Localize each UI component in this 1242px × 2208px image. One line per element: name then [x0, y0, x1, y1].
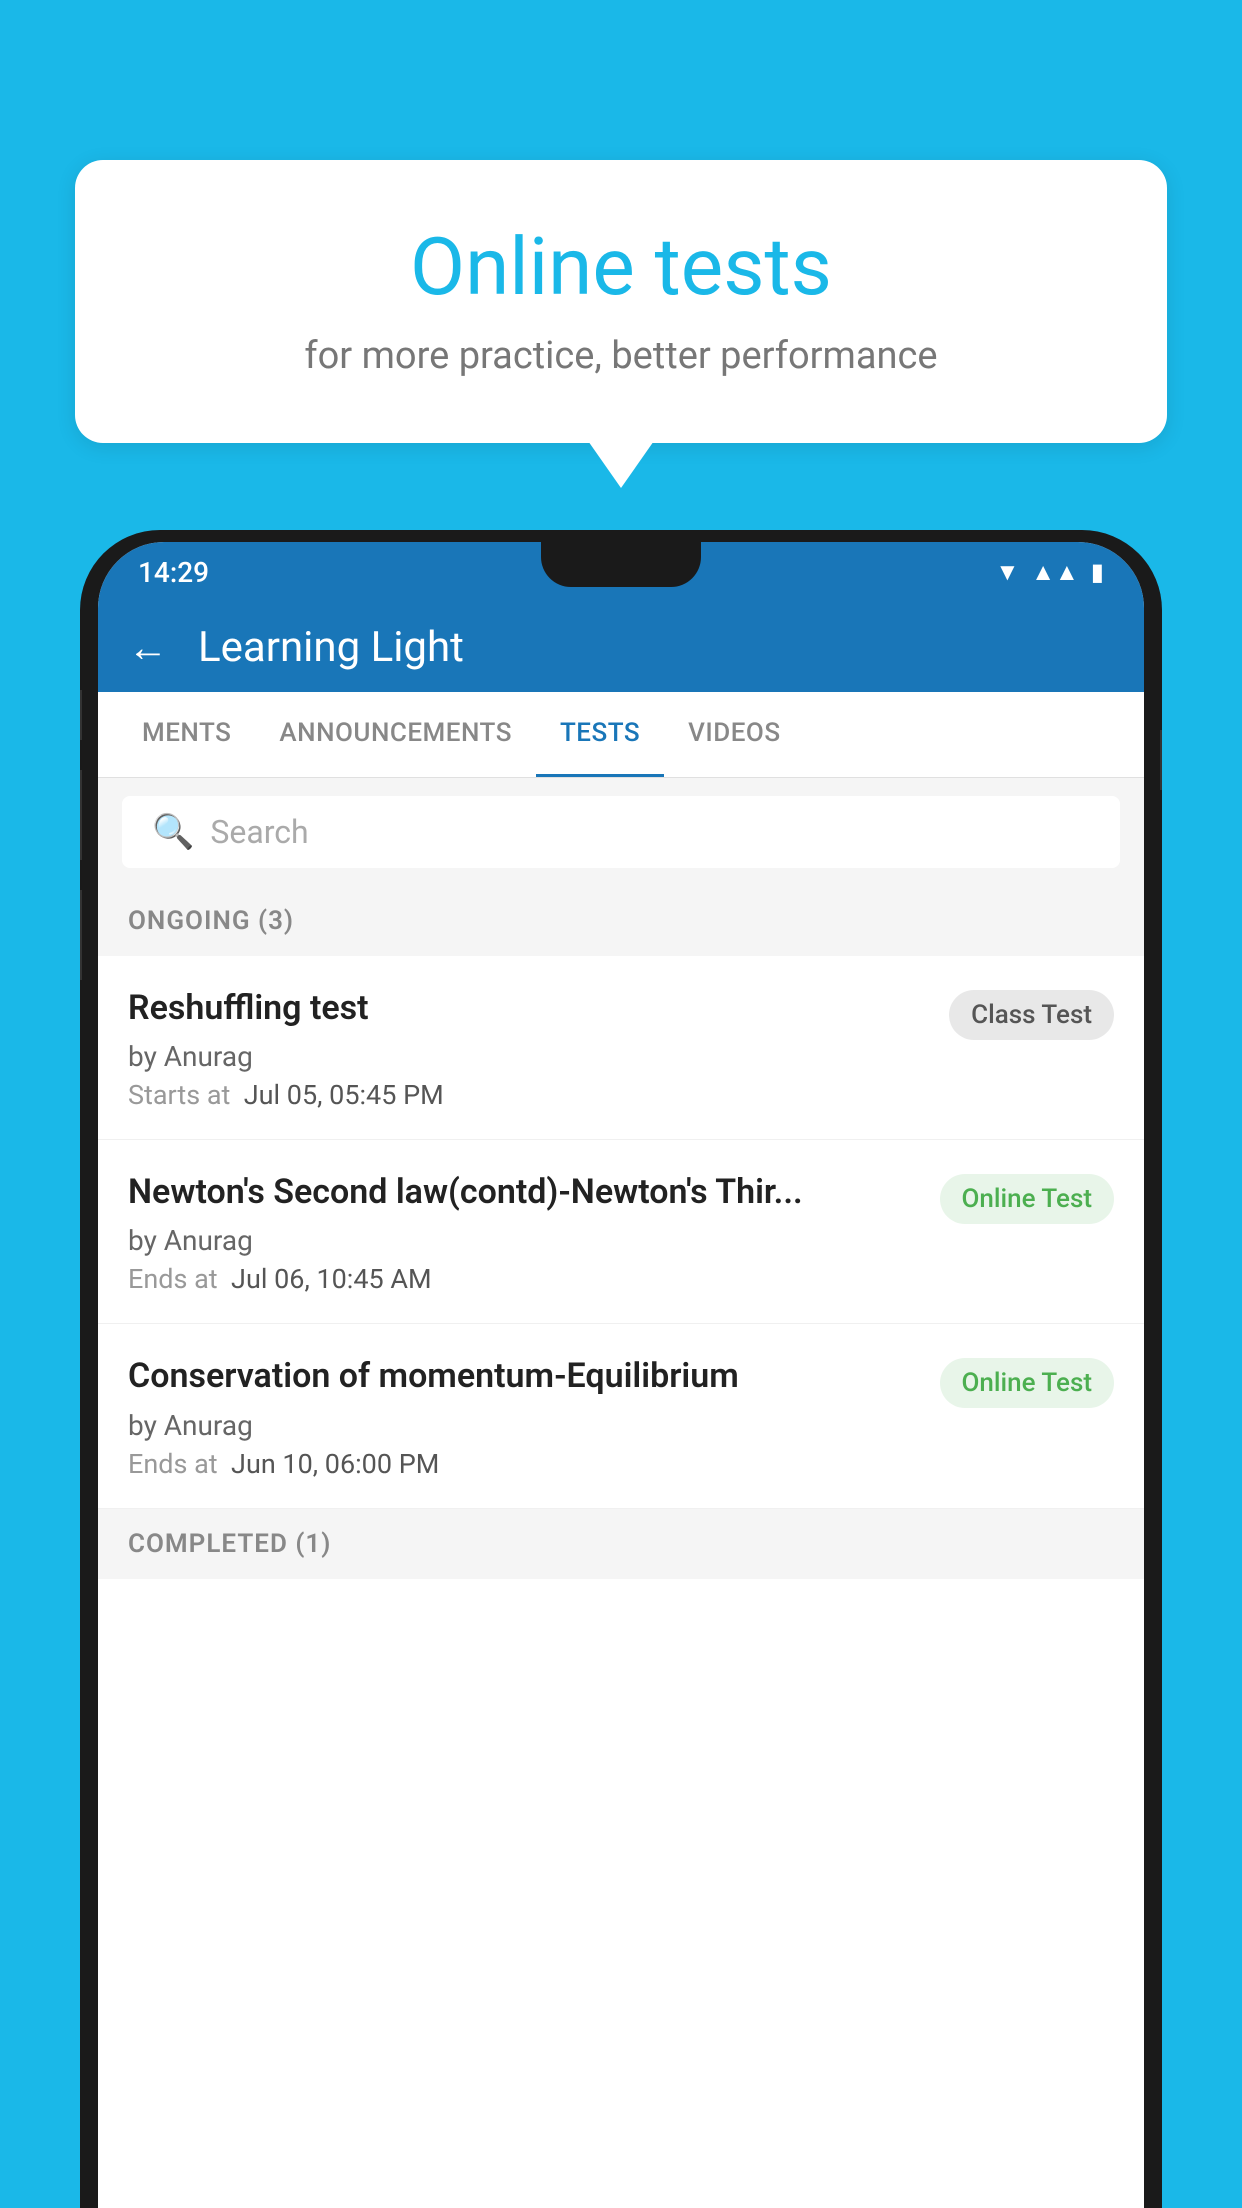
test-name: Reshuffling test: [128, 986, 929, 1030]
volume-up-button: [80, 770, 82, 860]
test-time: Starts at Jul 05, 05:45 PM: [128, 1079, 929, 1111]
tabs-container: MENTS ANNOUNCEMENTS TESTS VIDEOS: [98, 692, 1144, 778]
battery-icon: ▮: [1091, 558, 1104, 586]
search-container: 🔍 Search: [98, 778, 1144, 886]
test-time-label: Ends at: [128, 1263, 218, 1295]
app-bar-title: Learning Light: [198, 623, 464, 672]
notch: [541, 542, 701, 587]
signal-icon: ▲▲: [1031, 558, 1079, 587]
phone-container: 14:29 ▼ ▲▲ ▮ ← Learning Light MENTS ANNO…: [80, 530, 1162, 2208]
speech-bubble: Online tests for more practice, better p…: [75, 160, 1167, 443]
bubble-title: Online tests: [155, 220, 1087, 314]
test-badge: Online Test: [940, 1174, 1115, 1224]
test-by: by Anurag: [128, 1409, 920, 1442]
speech-bubble-section: Online tests for more practice, better p…: [75, 160, 1167, 443]
completed-section-header: COMPLETED (1): [98, 1509, 1144, 1579]
tab-ments[interactable]: MENTS: [118, 692, 255, 777]
test-time-label: Starts at: [128, 1079, 230, 1111]
test-info: Reshuffling test by Anurag Starts at Jul…: [128, 986, 949, 1111]
test-time-label: Ends at: [128, 1448, 218, 1480]
test-by: by Anurag: [128, 1224, 920, 1257]
status-time: 14:29: [138, 556, 209, 589]
test-name: Conservation of momentum-Equilibrium: [128, 1354, 920, 1398]
test-badge: Class Test: [949, 990, 1114, 1040]
tab-videos[interactable]: VIDEOS: [664, 692, 804, 777]
test-time: Ends at Jun 10, 06:00 PM: [128, 1448, 920, 1480]
search-placeholder: Search: [210, 813, 308, 851]
status-bar: 14:29 ▼ ▲▲ ▮: [98, 542, 1144, 602]
test-badge: Online Test: [940, 1358, 1115, 1408]
phone-frame: 14:29 ▼ ▲▲ ▮ ← Learning Light MENTS ANNO…: [80, 530, 1162, 2208]
test-info: Newton's Second law(contd)-Newton's Thir…: [128, 1170, 940, 1295]
tab-announcements[interactable]: ANNOUNCEMENTS: [255, 692, 536, 777]
test-name: Newton's Second law(contd)-Newton's Thir…: [128, 1170, 920, 1214]
test-time-value: Jul 06, 10:45 AM: [231, 1263, 432, 1295]
test-time-value: Jul 05, 05:45 PM: [244, 1079, 444, 1111]
volume-down-button: [80, 890, 82, 980]
status-icons: ▼ ▲▲ ▮: [996, 558, 1105, 587]
power-button: [1160, 730, 1162, 790]
test-item[interactable]: Reshuffling test by Anurag Starts at Jul…: [98, 956, 1144, 1140]
test-by: by Anurag: [128, 1040, 929, 1073]
test-time: Ends at Jul 06, 10:45 AM: [128, 1263, 920, 1295]
app-bar: ← Learning Light: [98, 602, 1144, 692]
test-item[interactable]: Conservation of momentum-Equilibrium by …: [98, 1324, 1144, 1508]
back-button[interactable]: ←: [128, 624, 168, 671]
volume-silent-button: [80, 690, 82, 740]
bubble-subtitle: for more practice, better performance: [155, 334, 1087, 378]
test-info: Conservation of momentum-Equilibrium by …: [128, 1354, 940, 1479]
test-time-value: Jun 10, 06:00 PM: [231, 1448, 439, 1480]
search-icon: 🔍: [152, 812, 194, 852]
phone-screen: 14:29 ▼ ▲▲ ▮ ← Learning Light MENTS ANNO…: [98, 542, 1144, 2208]
wifi-icon: ▼: [996, 558, 1020, 587]
test-list: Reshuffling test by Anurag Starts at Jul…: [98, 956, 1144, 1509]
ongoing-section-header: ONGOING (3): [98, 886, 1144, 956]
tab-tests[interactable]: TESTS: [536, 692, 664, 777]
test-item[interactable]: Newton's Second law(contd)-Newton's Thir…: [98, 1140, 1144, 1324]
search-input[interactable]: 🔍 Search: [122, 796, 1120, 868]
